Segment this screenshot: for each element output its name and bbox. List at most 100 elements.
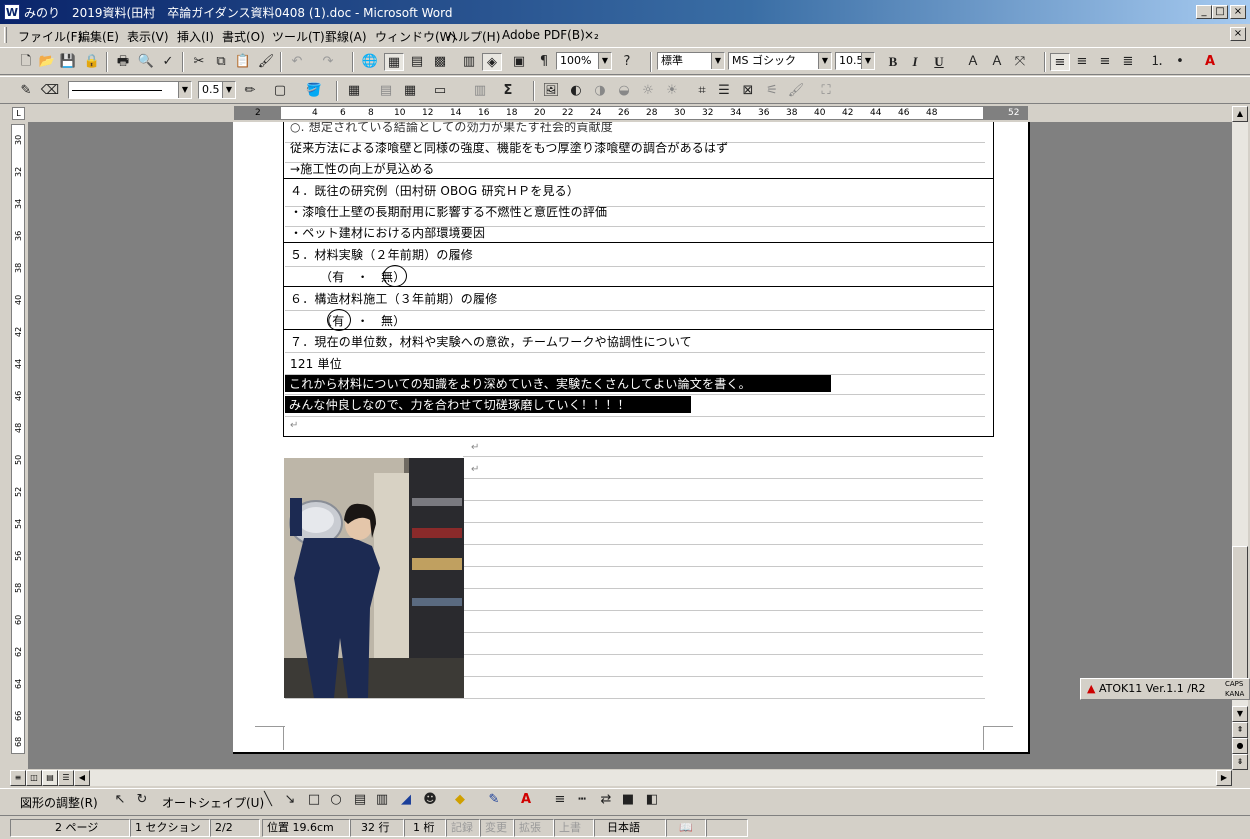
insert-excel-icon[interactable]: ▩ [430,53,450,71]
print-preview-icon[interactable]: 🔍 [136,53,156,71]
style-combo[interactable]: 標準 ▼ [657,52,725,70]
help-icon[interactable]: ? [617,53,637,71]
scroll-thumb[interactable] [1232,546,1248,686]
web-layout-icon[interactable]: ◫ [26,770,42,786]
redo-icon[interactable]: ↷ [318,53,338,71]
3d-icon[interactable]: ◧ [642,791,662,809]
insert-table-icon[interactable]: ▤ [407,53,427,71]
font-combo[interactable]: MS ゴシック ▼ [728,52,832,70]
scroll-right-button[interactable]: ▶ [1216,770,1232,786]
menu-help[interactable]: ヘルプ(H) [446,28,500,45]
align-right-icon[interactable]: ≡ [1095,53,1115,71]
image-color-icon[interactable]: ◐ [566,82,586,100]
document-map-icon[interactable]: ▣ [509,53,529,71]
inserted-photo[interactable] [284,458,464,698]
show-hide-icon[interactable]: ¶ [534,53,554,71]
print-icon[interactable]: 🖶 [113,53,133,71]
draw-table-icon[interactable]: ✎ [16,82,36,100]
maximize-button[interactable]: □ [1212,5,1228,19]
draw-font-color-icon[interactable]: A [516,791,536,809]
menu-adobe-pdf[interactable]: Adobe PDF(B) [502,28,585,42]
char-shading-icon[interactable]: Ａ [987,53,1007,71]
horizontal-ruler[interactable]: 2 4 6 8 10 12 14 16 18 20 22 24 26 28 30… [234,106,1028,120]
undo-icon[interactable]: ↶ [287,53,307,71]
draw-adjust-menu[interactable]: 図形の調整(R) [20,794,98,811]
free-rotate-icon[interactable]: ↻ [132,791,152,809]
tab-selector[interactable]: L [12,107,25,120]
rectangle-icon[interactable]: □ [304,791,324,809]
horizontal-scrollbar[interactable]: ≡ ◫ ▤ ☰ ◀ ▶ [0,770,1250,786]
char-border-icon[interactable]: Ａ [963,53,983,71]
cut-icon[interactable]: ✂ [189,53,209,71]
crop-icon[interactable]: ⌗ [692,82,712,100]
open-icon[interactable]: 📂 [37,53,57,71]
char-scaling-icon[interactable]: ⤧ [1010,53,1030,71]
save-icon[interactable]: 💾 [58,53,78,71]
font-color-icon[interactable]: A [1200,53,1220,71]
status-track-changes[interactable]: 変更 [480,819,514,837]
print-layout-icon[interactable]: ▤ [42,770,58,786]
outline-view-icon[interactable]: ☰ [58,770,74,786]
underline-button[interactable]: U [929,53,949,71]
oval-icon[interactable]: ○ [326,791,346,809]
line-weight-combo[interactable]: 0.5 ▼ [198,81,236,99]
clipart-icon[interactable]: ☻ [420,791,440,809]
arrow-style-icon[interactable]: ⇄ [596,791,616,809]
text-wrap-icon[interactable]: ⚟ [762,82,782,100]
close-button[interactable]: × [1230,5,1246,19]
status-record[interactable]: 記録 [446,819,480,837]
menu-edit[interactable]: 編集(E) [78,28,119,45]
menubar-grip[interactable] [4,27,7,43]
word-app-icon[interactable]: W [4,4,20,20]
contrast-down-icon[interactable]: ◒ [614,82,634,100]
new-document-icon[interactable]: 🗋 [16,53,36,71]
select-browse-object-button[interactable]: ● [1232,738,1248,754]
align-cell-icon[interactable]: ▭ [430,82,450,100]
tables-borders-icon[interactable]: ▦ [384,53,404,71]
eraser-icon[interactable]: ⌫ [40,82,60,100]
paste-icon[interactable]: 📋 [233,53,253,71]
numbering-icon[interactable]: ⒈ [1147,53,1167,71]
line-style-combo[interactable]: ▼ [68,81,192,99]
brightness-up-icon[interactable]: ☼ [638,82,658,100]
selected-text-line2[interactable]: みんな仲良しなので、力を合わせて切磋琢磨していく！！！！ [285,396,691,413]
format-painter-icon[interactable]: 🖌 [256,53,276,71]
document-area[interactable]: ○. 想定されている結論としての効力が果たす社会的貢献度 従来方法による漆喰壁と… [28,122,1232,769]
menu-subscript[interactable]: ×₂ [584,28,599,42]
line-icon[interactable]: ╲ [258,791,278,809]
borders-icon[interactable]: ▢ [270,82,290,100]
vertical-ruler[interactable]: 30 32 34 36 38 40 42 44 46 48 50 52 54 5… [11,124,25,754]
merge-cells-icon[interactable]: ▤ [376,82,396,100]
vertical-scrollbar[interactable]: ▲ ▼ ⇞ ● ⇟ [1232,106,1248,770]
brightness-down-icon[interactable]: ☀ [662,82,682,100]
scroll-left-button[interactable]: ◀ [74,770,90,786]
contrast-up-icon[interactable]: ◑ [590,82,610,100]
insert-table-2-icon[interactable]: ▦ [344,82,364,100]
select-objects-icon[interactable]: ↖ [110,791,130,809]
menu-insert[interactable]: 挿入(I) [177,28,214,45]
menu-file[interactable]: ファイル(F) [18,28,82,45]
normal-view-icon[interactable]: ≡ [10,770,26,786]
bold-button[interactable]: B [883,53,903,71]
zoom-combo[interactable]: 100% ▼ [556,52,612,70]
autosum-button[interactable]: Σ [498,82,518,100]
next-page-button[interactable]: ⇟ [1232,754,1248,770]
line-color-icon[interactable]: ✎ [484,791,504,809]
menu-tools[interactable]: ツール(T) [272,28,325,45]
status-extend[interactable]: 拡張 [514,819,554,837]
transparent-color-icon[interactable]: ⛶ [816,82,836,100]
shadow-icon[interactable]: ■ [618,791,638,809]
minimize-button[interactable]: _ [1196,5,1212,19]
dash-style-icon[interactable]: ┅ [572,791,592,809]
columns-icon[interactable]: ▥ [459,53,479,71]
menu-table[interactable]: 罫線(A) [325,28,367,45]
permission-icon[interactable]: 🔒 [82,53,102,71]
drawing-icon[interactable]: ◈ [482,53,502,71]
atok-ime-indicator[interactable]: ▲ ATOK11 Ver.1.1 /R2 CAPS KANA [1080,678,1250,700]
bullets-icon[interactable]: • [1170,53,1190,71]
distribute-icon[interactable]: ▥ [470,82,490,100]
arrow-icon[interactable]: ↘ [280,791,300,809]
spelling-status-icon[interactable]: 📖 [666,819,706,837]
hyperlink-icon[interactable]: 🌐 [360,53,380,71]
border-color-icon[interactable]: ✏ [240,82,260,100]
